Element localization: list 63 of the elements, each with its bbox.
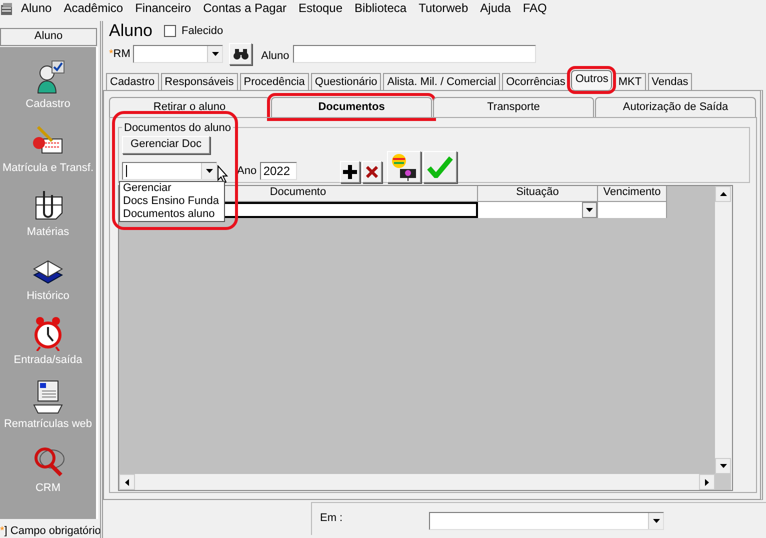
dropdown-option[interactable]: Documentos aluno	[120, 208, 224, 222]
tab[interactable]: Vendas	[648, 73, 692, 90]
tab[interactable]: MKT	[614, 73, 646, 90]
manage-button[interactable]: Gerenciar Doc	[122, 136, 210, 154]
tab[interactable]: Procedência	[240, 73, 309, 90]
type-combo[interactable]	[122, 162, 217, 180]
status-combo[interactable]	[478, 202, 598, 218]
field-label: Ano	[237, 164, 257, 178]
search-button[interactable]	[229, 43, 252, 66]
menu-item[interactable]: Acadêmico	[56, 1, 128, 16]
sidebar-header-button[interactable]: Aluno	[0, 28, 97, 46]
menu-item[interactable]: Aluno	[14, 1, 57, 16]
student-field[interactable]	[293, 45, 536, 64]
scroll-left-icon	[125, 478, 129, 486]
year-field[interactable]: 2022	[260, 162, 297, 180]
checkbox-label: Falecido	[181, 24, 224, 38]
mouse-pointer-icon	[217, 164, 228, 183]
binoculars-icon	[232, 48, 249, 60]
scroll-down-icon	[720, 464, 726, 468]
tab[interactable]: Cadastro	[106, 73, 159, 90]
column-header: Situação	[478, 186, 598, 202]
vertical-scrollbar[interactable]	[715, 186, 732, 490]
field-label: Em :	[320, 512, 344, 526]
horizontal-scrollbar[interactable]	[119, 474, 715, 490]
legend-text: ] Campo obrigatório	[4, 525, 101, 538]
checkmark-icon	[426, 156, 453, 178]
tab[interactable]: Alista. Mil. / Comercial	[383, 73, 500, 90]
menu-item[interactable]: Financeiro	[128, 1, 196, 16]
menu-item[interactable]: FAQ	[516, 1, 552, 16]
dropdown-arrow-icon	[212, 52, 219, 56]
column-header: Vencimento	[598, 186, 667, 202]
dropdown-arrow-icon	[652, 519, 660, 524]
menu-item[interactable]: Contas a Pagar	[196, 1, 292, 16]
tab[interactable]: Ocorrências	[502, 73, 570, 90]
add-button[interactable]	[340, 160, 360, 183]
form-title: Aluno	[109, 21, 152, 42]
dropdown-list[interactable]: Gerenciar Docs Ensino Funda Documentos aluno	[119, 181, 225, 222]
delete-button[interactable]	[362, 160, 382, 183]
tab[interactable]: Responsáveis	[160, 73, 238, 90]
location-combo[interactable]	[429, 512, 664, 530]
plus-icon	[342, 164, 357, 179]
menu-item[interactable]: Biblioteca	[348, 1, 412, 16]
rm-combo[interactable]	[133, 45, 224, 64]
tab[interactable]: Questionário	[310, 73, 382, 90]
menu-item[interactable]: Tutorweb	[412, 1, 474, 16]
deceased-checkbox[interactable]	[164, 25, 176, 38]
grid-cell[interactable]	[598, 202, 667, 218]
menu-item[interactable]: Estoque	[292, 1, 348, 16]
balloon-camera-icon	[390, 152, 418, 181]
required-mark: *	[109, 48, 114, 61]
scroll-right-icon	[705, 478, 709, 486]
field-label: RM	[113, 48, 130, 61]
field-label: Aluno	[261, 50, 290, 63]
dropdown-arrow-icon	[206, 168, 212, 173]
required-mark: *	[0, 525, 4, 538]
close-icon	[366, 166, 378, 178]
tab[interactable]: Autorização de Saída	[595, 97, 756, 118]
tab[interactable]: Transporte	[433, 97, 594, 118]
camera-button[interactable]	[386, 150, 421, 183]
dropdown-arrow-icon	[586, 208, 593, 212]
menu-item[interactable]: Ajuda	[473, 1, 516, 16]
scroll-up-icon	[720, 192, 726, 196]
app-icon	[0, 2, 14, 16]
